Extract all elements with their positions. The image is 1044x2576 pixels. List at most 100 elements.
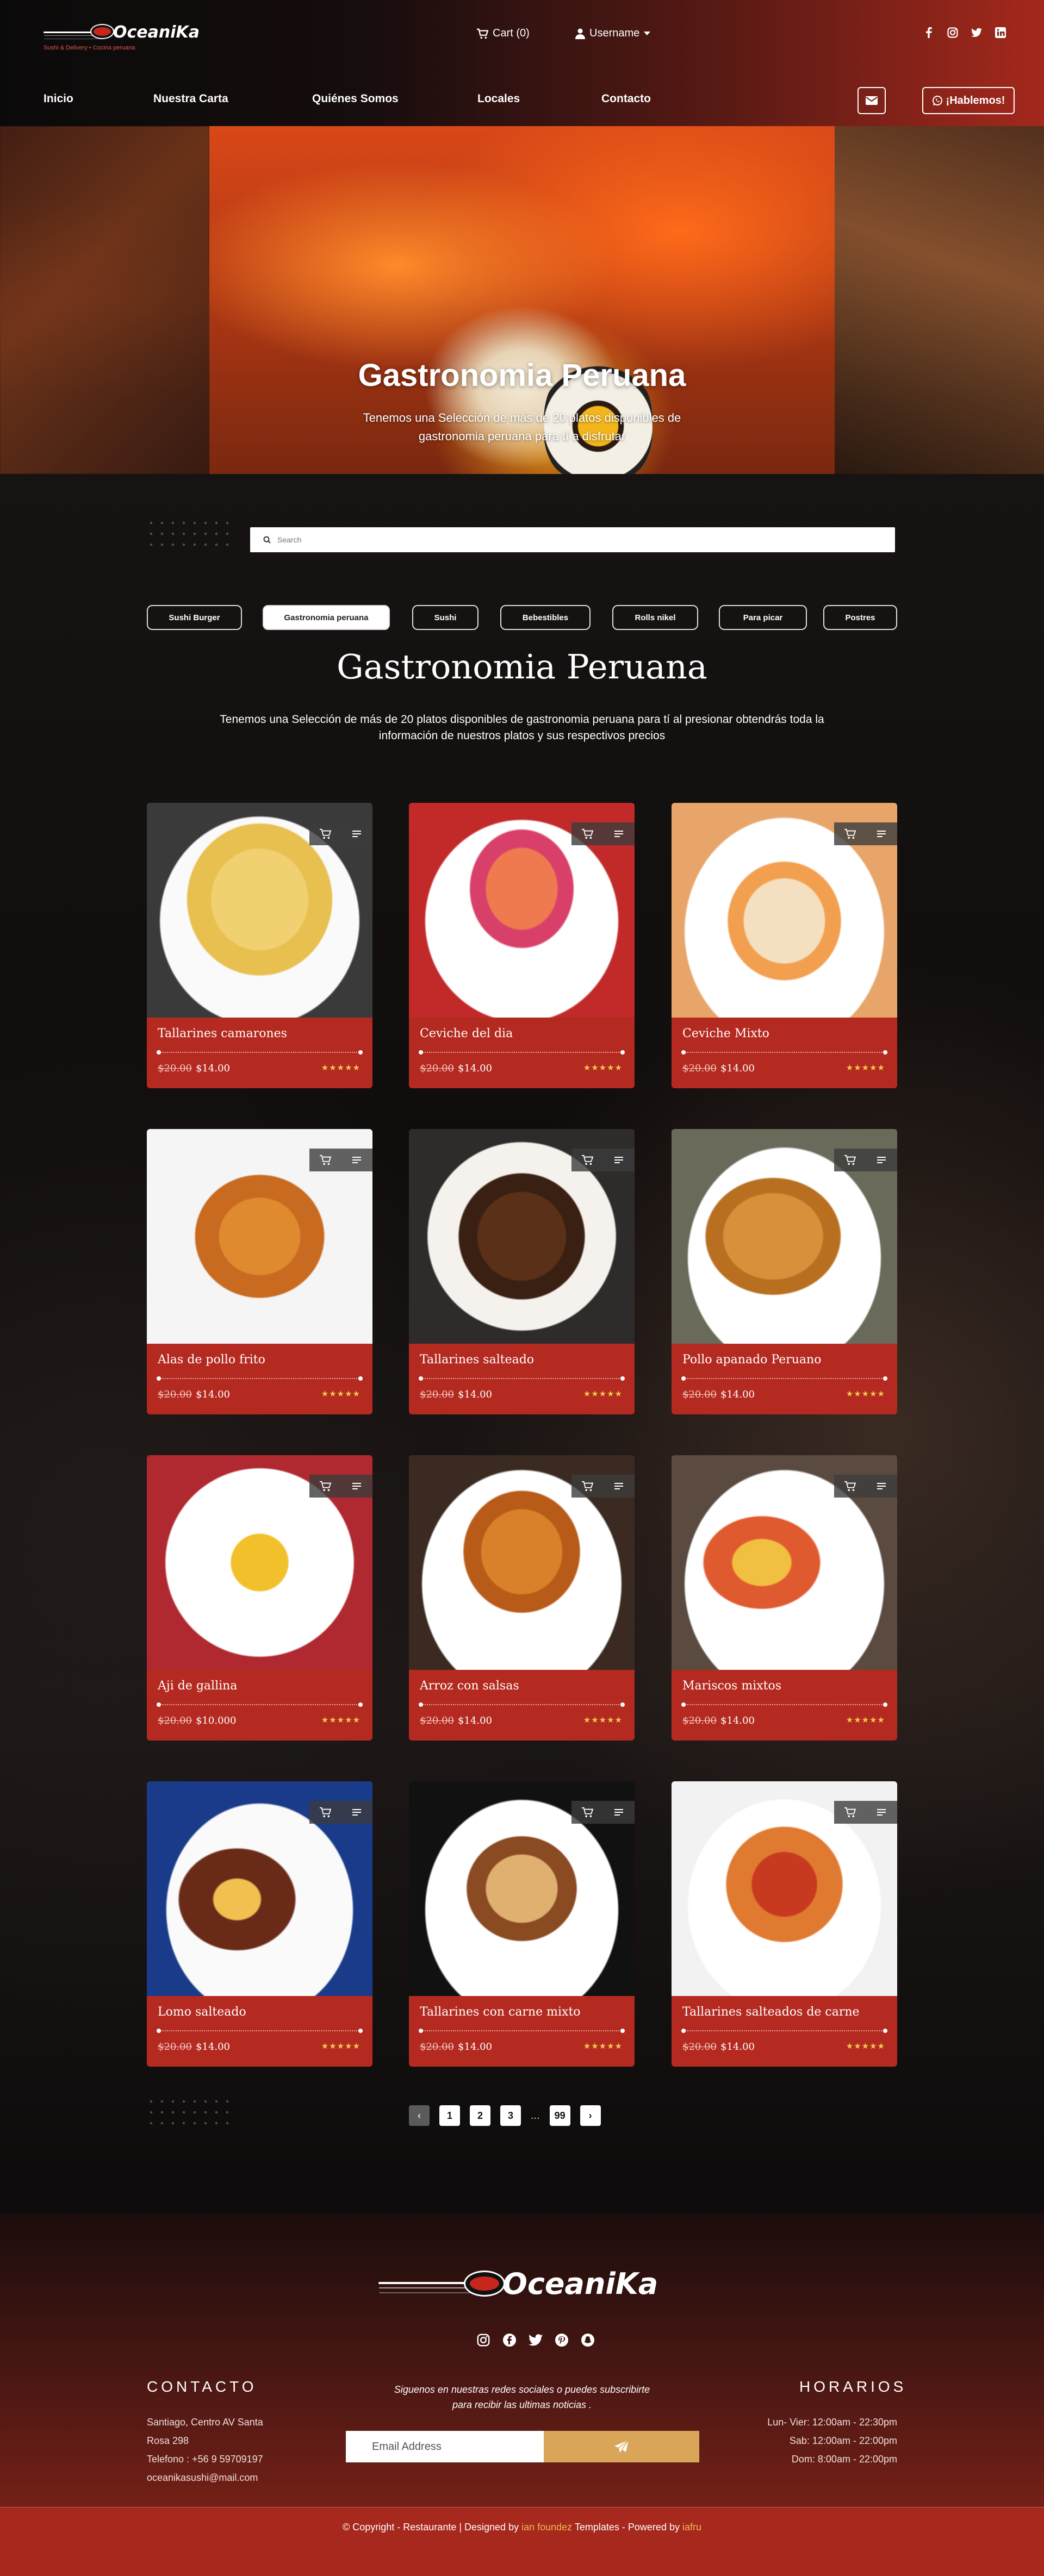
search-bar[interactable]	[250, 527, 895, 552]
add-to-cart-icon[interactable]	[319, 827, 332, 840]
filter-sushi-burger[interactable]: Sushi Burger	[147, 605, 242, 630]
instagram-icon[interactable]	[947, 27, 958, 38]
product-card[interactable]: Pollo apanado Peruano $20.00 $14.00 ★★★★★	[672, 1129, 897, 1414]
product-name[interactable]: Tallarines camarones	[158, 1027, 287, 1040]
nav-item-contacto[interactable]: Contacto	[601, 92, 651, 105]
filter-rolls-nikel[interactable]: Rolls nikel	[612, 605, 698, 630]
snapchat-icon[interactable]	[581, 2333, 595, 2347]
pagination-prev-button[interactable]: ‹	[409, 2105, 430, 2126]
product-card[interactable]: Ceviche Mixto $20.00 $14.00 ★★★★★	[672, 803, 897, 1088]
details-menu-icon[interactable]	[350, 1153, 363, 1167]
product-name[interactable]: Pollo apanado Peruano	[682, 1353, 821, 1367]
add-to-cart-icon[interactable]	[319, 1153, 332, 1167]
product-card[interactable]: Ceviche del dia $20.00 $14.00 ★★★★★	[409, 803, 635, 1088]
product-card[interactable]: Arroz con salsas $20.00 $14.00 ★★★★★	[409, 1455, 635, 1741]
product-price: $14.00	[720, 1389, 755, 1400]
product-name[interactable]: Tallarines salteado	[420, 1353, 534, 1367]
nav-item-quienes-somos[interactable]: Quiénes Somos	[312, 92, 399, 105]
product-name[interactable]: Ceviche del dia	[420, 1027, 513, 1040]
logo-wordmark: OceaniKa	[113, 23, 200, 42]
product-rating-stars: ★★★★★	[321, 2042, 361, 2051]
user-menu[interactable]: Username	[575, 27, 651, 40]
add-to-cart-icon[interactable]	[843, 1153, 856, 1167]
product-name[interactable]: Tallarines con carne mixto	[420, 2005, 581, 2019]
filter-gastronomia-peruana[interactable]: Gastronomia peruana	[263, 605, 390, 630]
add-to-cart-icon[interactable]	[581, 1806, 594, 1819]
email-field[interactable]: Email Address	[346, 2431, 544, 2462]
details-menu-icon[interactable]	[612, 1806, 625, 1819]
add-to-cart-icon[interactable]	[581, 1153, 594, 1167]
pagination-page-2[interactable]: 2	[470, 2105, 490, 2126]
nav-item-inicio[interactable]: Inicio	[44, 92, 73, 105]
filter-sushi[interactable]: Sushi	[412, 605, 478, 630]
designer-link[interactable]: ian foundez	[521, 2522, 572, 2533]
pagination-page-3[interactable]: 3	[500, 2105, 521, 2126]
filter-postres[interactable]: Postres	[823, 605, 897, 630]
details-menu-icon[interactable]	[875, 827, 888, 840]
pagination-page-1[interactable]: 1	[439, 2105, 460, 2126]
nav-item-nuestra-carta[interactable]: Nuestra Carta	[153, 92, 228, 105]
powered-link[interactable]: iafru	[682, 2522, 701, 2533]
product-rating-stars: ★★★★★	[846, 1389, 885, 1399]
details-menu-icon[interactable]	[875, 1153, 888, 1167]
footer-logo[interactable]: OceaniKa	[378, 2267, 658, 2305]
filter-para-picar[interactable]: Para picar	[719, 605, 807, 630]
product-price: $14.00	[458, 1389, 492, 1400]
instagram-icon[interactable]	[476, 2333, 490, 2347]
product-name[interactable]: Lomo salteado	[158, 2005, 246, 2019]
details-menu-icon[interactable]	[612, 1153, 625, 1167]
subscribe-button[interactable]	[544, 2431, 699, 2462]
details-menu-icon[interactable]	[612, 827, 625, 840]
details-menu-icon[interactable]	[612, 1480, 625, 1493]
product-name[interactable]: Ceviche Mixto	[682, 1027, 769, 1040]
product-name[interactable]: Aji de gallina	[158, 1679, 237, 1693]
details-menu-icon[interactable]	[350, 1806, 363, 1819]
search-input[interactable]	[277, 535, 846, 544]
product-name[interactable]: Mariscos mixtos	[682, 1679, 781, 1693]
details-menu-icon[interactable]	[875, 1480, 888, 1493]
twitter-icon[interactable]	[971, 27, 982, 38]
add-to-cart-icon[interactable]	[843, 1806, 856, 1819]
footer-social	[476, 2333, 595, 2347]
pagination-next-button[interactable]: ›	[580, 2105, 601, 2126]
filter-bebestibles[interactable]: Bebestibles	[500, 605, 591, 630]
facebook-icon[interactable]	[502, 2333, 517, 2347]
facebook-icon[interactable]	[923, 27, 934, 38]
product-card[interactable]: Mariscos mixtos $20.00 $14.00 ★★★★★	[672, 1455, 897, 1741]
paper-plane-icon	[614, 2440, 629, 2453]
pagination-page-last[interactable]: 99	[549, 2105, 570, 2126]
add-to-cart-icon[interactable]	[581, 1480, 594, 1493]
product-divider	[681, 1376, 887, 1381]
details-menu-icon[interactable]	[875, 1806, 888, 1819]
product-card[interactable]: Alas de pollo frito $20.00 $14.00 ★★★★★	[147, 1129, 372, 1414]
product-card[interactable]: Tallarines salteado $20.00 $14.00 ★★★★★	[409, 1129, 635, 1414]
details-menu-icon[interactable]	[350, 1480, 363, 1493]
nav-item-locales[interactable]: Locales	[477, 92, 520, 105]
add-to-cart-icon[interactable]	[581, 827, 594, 840]
product-card[interactable]: Tallarines con carne mixto $20.00 $14.00 ★★…	[409, 1781, 635, 2067]
product-name[interactable]: Arroz con salsas	[420, 1679, 519, 1693]
cart-link[interactable]: Cart (0)	[476, 27, 530, 40]
add-to-cart-icon[interactable]	[843, 827, 856, 840]
linkedin-icon[interactable]	[995, 27, 1006, 38]
details-menu-icon[interactable]	[350, 827, 363, 840]
product-name[interactable]: Alas de pollo frito	[158, 1353, 265, 1367]
hero-title: Gastronomia Peruana	[358, 358, 686, 393]
mail-button[interactable]	[857, 87, 886, 114]
add-to-cart-icon[interactable]	[319, 1806, 332, 1819]
talk-button[interactable]: ¡Hablemos!	[922, 87, 1015, 114]
add-to-cart-icon[interactable]	[843, 1480, 856, 1493]
pinterest-icon[interactable]	[555, 2333, 569, 2347]
product-price: $10.000	[196, 1715, 237, 1726]
brand-logo[interactable]: OceaniKa Sushi & Delivery • Cocina perua…	[44, 22, 200, 54]
add-to-cart-icon[interactable]	[319, 1480, 332, 1493]
contact-email[interactable]: oceanikasushi@mail.com	[147, 2468, 299, 2487]
product-card[interactable]: Tallarines salteados de carne $20.00 $14.0…	[672, 1781, 897, 2067]
opening-hours: Lun- Vier: 12:00am - 22:30pm Sab: 12:00a…	[767, 2413, 897, 2468]
product-actions	[571, 1801, 635, 1824]
product-card[interactable]: Lomo salteado $20.00 $14.00 ★★★★★	[147, 1781, 372, 2067]
product-name[interactable]: Tallarines salteados de carne	[682, 2005, 860, 2019]
product-card[interactable]: Aji de gallina $20.00 $10.000 ★★★★★	[147, 1455, 372, 1741]
product-card[interactable]: Tallarines camarones $20.00 $14.00 ★★★★★	[147, 803, 372, 1088]
twitter-icon[interactable]	[529, 2333, 543, 2347]
